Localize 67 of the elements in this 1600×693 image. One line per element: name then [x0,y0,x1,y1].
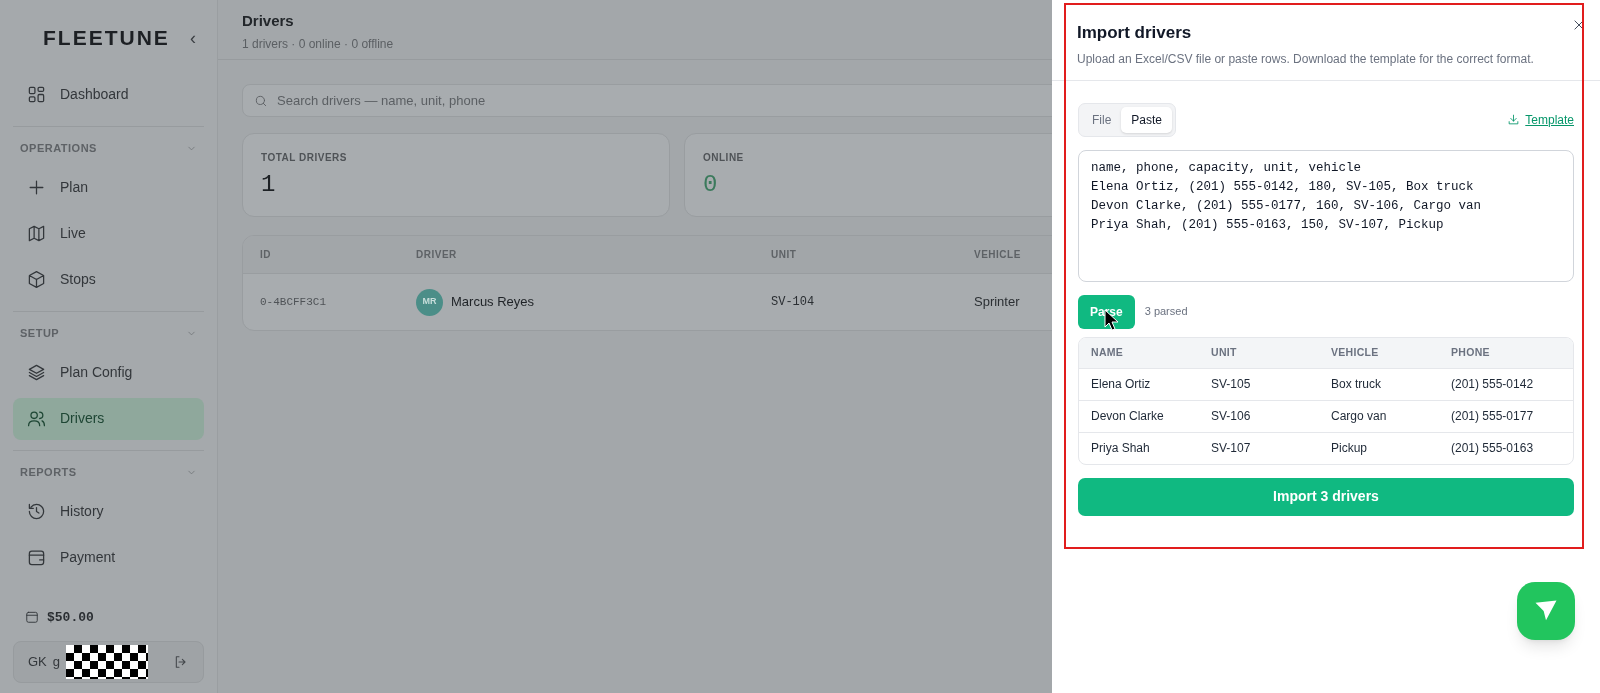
column-header: PHONE [1451,344,1491,360]
sidebar-item[interactable]: Plan Config [13,351,204,394]
table-cell-text: SV-107 [1211,440,1252,457]
sidebar-item[interactable]: Plan [13,166,204,209]
avatar: MR [416,288,443,316]
stat-label: ONLINE [703,151,745,165]
plus-icon [27,178,46,197]
sidebar-item[interactable]: Stops [13,258,204,301]
column-header: DRIVER [416,248,458,262]
table-cell-text: SV-106 [1211,408,1252,425]
table-cell-text: (201) 555-0163 [1451,440,1535,457]
download-icon [1507,113,1521,126]
table-cell-text: Elena Ortiz [1091,376,1152,393]
column-header: NAME [1091,344,1125,360]
table-cell-text: Cargo van [1331,408,1388,425]
paste-field[interactable]: name, phone, capacity, unit, vehicle Elena Ortiz, (201) 555-0142, 180, SV-105, Box truck Devon Clarke, (201) 555-0177, 160, SV-106, Cargo van Priya Shah, (201) 555-0163, 150, SV-107, Pickup [1078,149,1574,282]
table-cell-text: Priya Shah [1091,440,1151,457]
map-icon [27,224,46,243]
table-cell-text: (201) 555-0142 [1451,376,1535,393]
wallet-icon [27,548,46,567]
stat-label: TOTAL DRIVERS [261,151,348,165]
sidebar-item[interactable]: History [13,490,204,533]
users-icon [27,409,46,428]
column-header: ID [260,248,272,262]
table-cell-text: Sprinter [974,293,1021,312]
search-icon [254,94,268,108]
section-header[interactable]: REPORTS [13,462,204,483]
logo: FLEETUNE [43,25,170,51]
page-subtitle: 1 drivers · 0 online · 0 offline [242,35,395,53]
collapse-sidebar-button[interactable]: ‹ [190,28,196,47]
history-icon [27,502,46,521]
search-field[interactable]: Search drivers — name, unit, phone [242,84,1052,117]
table-cell-text: Marcus Reyes [451,293,535,312]
sidebar-item[interactable]: Dashboard [13,73,204,116]
drawer-title: Import drivers [1077,22,1193,44]
sidebar-item[interactable]: Live [13,212,204,255]
column-header: UNIT [1211,344,1238,360]
column-header: VEHICLE [974,248,1022,262]
table-cell-text: Devon Clarke [1091,408,1165,425]
mode-tab[interactable]: File [1082,106,1122,133]
stat-value: 1 [261,170,277,200]
user-name: g [52,653,61,672]
table-cell-text: Box truck [1331,376,1382,393]
cube-icon [27,270,46,289]
parsed-count: 3 parsed [1144,304,1188,320]
section-header[interactable]: SETUP [13,323,204,344]
sidebar-item[interactable]: Payment [13,536,204,579]
section-header[interactable]: OPERATIONS [13,138,204,159]
balance: $50.00 [47,608,94,627]
send-button[interactable] [1517,582,1575,640]
table-cell-text: 0-4BCFF3C1 [260,294,327,310]
table-cell-text: Pickup [1331,440,1369,457]
table-cell-text: (201) 555-0177 [1451,408,1535,425]
table-cell-text: SV-105 [1211,376,1252,393]
grid-icon [27,85,46,104]
wallet-icon [25,610,39,625]
drawer-description: Upload an Excel/CSV file or paste rows. Download the template for the correct format. [1077,50,1535,68]
column-header: VEHICLE [1331,344,1380,360]
sidebar-item[interactable]: Drivers [13,397,204,440]
template-link[interactable]: Template [1507,110,1574,129]
user-initials: GK [28,653,47,672]
layers-icon [27,363,46,382]
table-cell-text: SV-104 [771,294,816,311]
page-title: Drivers [242,11,295,31]
column-header: UNIT [771,248,798,262]
stat-value: 0 [703,170,719,200]
mode-tab[interactable]: Paste [1121,106,1173,133]
